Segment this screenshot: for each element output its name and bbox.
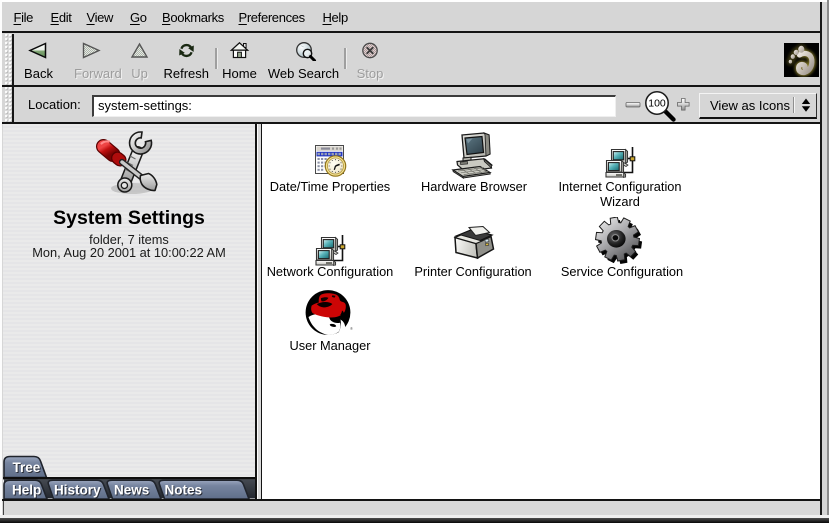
svg-text:Help: Help (12, 483, 41, 498)
svg-text:Tree: Tree (13, 460, 41, 475)
svg-text:100: 100 (648, 98, 666, 110)
svg-text:Notes: Notes (165, 483, 203, 498)
svg-text:®: ® (350, 326, 353, 331)
svg-text:News: News (114, 483, 149, 498)
svg-text:History: History (54, 483, 101, 498)
